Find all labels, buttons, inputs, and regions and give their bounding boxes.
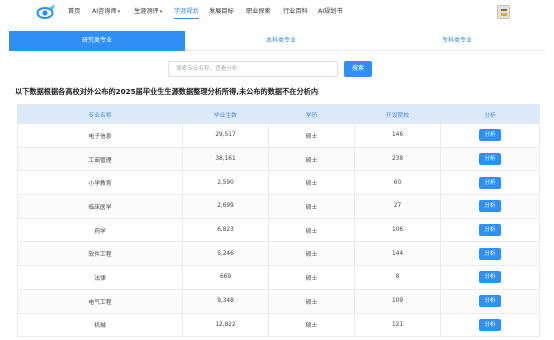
school-count: 109 [354, 288, 441, 314]
graduate-count: 5,246 [182, 241, 269, 267]
degree-level: 硕士 [268, 146, 355, 172]
logo-icon[interactable] [35, 2, 57, 22]
column-header-schools[interactable]: 开设院校 [354, 104, 441, 124]
school-count: 106 [354, 217, 441, 243]
major-type-tabs: 研究类专业 本科类专业 专科类专业 [9, 31, 545, 51]
school-count: 238 [354, 146, 441, 172]
table-row: 软件工程 5,246 硕士 144 分析 [17, 241, 540, 267]
school-count: 8 [354, 265, 441, 290]
data-source-notice: 以下数据根据各高校对外公布的2025届毕业生生源数据整理分析所得,未公布的数据不… [15, 87, 319, 96]
column-header-graduates[interactable]: 毕业生数 [182, 104, 269, 124]
graduate-count: 38,161 [182, 146, 269, 172]
analyze-button[interactable]: 分析 [479, 153, 501, 166]
school-count: 121 [354, 312, 441, 338]
table-row: 临床医学 2,699 硕士 27 分析 [17, 194, 540, 219]
graduate-count: 2,699 [182, 194, 269, 219]
major-name: 药学 [17, 217, 183, 243]
avatar[interactable] [497, 5, 510, 19]
major-name: 临床医学 [17, 194, 183, 219]
graduate-count: 12,822 [182, 312, 269, 338]
column-header-degree: 学历 [268, 104, 355, 124]
degree-level: 硕士 [268, 123, 355, 148]
tab-undergraduate-majors[interactable]: 本科类专业 [193, 31, 369, 51]
analyze-button[interactable]: 分析 [479, 271, 501, 284]
nav-item-career-exploration[interactable]: 职业探索 [246, 7, 271, 16]
table-row: 小学教育 2,590 硕士 60 分析 [17, 170, 540, 196]
analyze-button[interactable]: 分析 [479, 224, 501, 237]
search-button[interactable]: 搜索 [344, 61, 372, 77]
table-header-row: 专业名称 毕业生数 学历 开设院校 分析 [17, 104, 540, 124]
graduate-count: 2,590 [182, 170, 269, 196]
analyze-button[interactable]: 分析 [479, 295, 501, 308]
column-header-major-name: 专业名称 [17, 104, 183, 124]
analyze-button[interactable]: 分析 [479, 129, 501, 142]
column-header-analysis: 分析 [440, 104, 540, 124]
nav-item-study-planning[interactable]: 学涯规划 [174, 7, 199, 20]
degree-level: 硕士 [268, 170, 355, 196]
tab-vocational-majors[interactable]: 专科类专业 [369, 31, 545, 51]
search-input[interactable] [168, 61, 338, 77]
major-name: 法律 [17, 265, 183, 290]
chevron-down-icon: ▾ [159, 9, 163, 15]
nav-item-career-assessment[interactable]: 生涯测评▾ [134, 7, 162, 17]
school-count: 144 [354, 241, 441, 267]
table-row: 机械 12,822 硕士 121 分析 [17, 312, 540, 338]
top-nav-bar: 首页 AI咨询师▾ 生涯测评▾ 学涯规划 发展目标 职业探索 行业百科 AI规划… [0, 0, 554, 26]
degree-level: 硕士 [268, 241, 355, 267]
graduate-count: 669 [182, 265, 269, 290]
school-count: 27 [354, 194, 441, 219]
degree-level: 硕士 [268, 312, 355, 338]
nav-item-development-goals[interactable]: 发展目标 [209, 7, 234, 16]
major-name: 电子信息 [17, 123, 183, 148]
table-row: 电气工程 9,348 硕士 109 分析 [17, 288, 540, 314]
degree-level: 硕士 [268, 217, 355, 243]
nav-item-ai-counselor[interactable]: AI咨询师▾ [92, 7, 120, 17]
majors-table: 专业名称 毕业生数 学历 开设院校 分析 电子信息 29,517 硕士 146 … [17, 104, 540, 338]
chevron-down-icon: ▾ [117, 9, 121, 15]
major-name: 工商管理 [17, 146, 183, 172]
table-row: 电子信息 29,517 硕士 146 分析 [17, 123, 540, 148]
major-name: 小学教育 [17, 170, 183, 196]
table-row: 法律 669 硕士 8 分析 [17, 265, 540, 290]
analyze-button[interactable]: 分析 [479, 200, 501, 213]
major-name: 机械 [17, 312, 183, 338]
analyze-button[interactable]: 分析 [479, 247, 501, 260]
graduate-count: 9,348 [182, 288, 269, 314]
school-count: 60 [354, 170, 441, 196]
major-name: 电气工程 [17, 288, 183, 314]
major-name: 软件工程 [17, 241, 183, 267]
table-row: 药学 6,823 硕士 106 分析 [17, 217, 540, 243]
nav-item-home[interactable]: 首页 [68, 7, 80, 16]
graduate-count: 29,517 [182, 123, 269, 148]
degree-level: 硕士 [268, 194, 355, 219]
graduate-count: 6,823 [182, 217, 269, 243]
analyze-button[interactable]: 分析 [479, 318, 501, 331]
analyze-button[interactable]: 分析 [479, 176, 501, 189]
degree-level: 硕士 [268, 288, 355, 314]
nav-item-industry-wiki[interactable]: 行业百科 [283, 7, 308, 16]
nav-item-ai-plan[interactable]: AI规划书 [318, 7, 343, 16]
table-row: 工商管理 38,161 硕士 238 分析 [17, 146, 540, 172]
tab-graduate-majors[interactable]: 研究类专业 [9, 31, 185, 51]
degree-level: 硕士 [268, 265, 355, 290]
school-count: 146 [354, 123, 441, 148]
